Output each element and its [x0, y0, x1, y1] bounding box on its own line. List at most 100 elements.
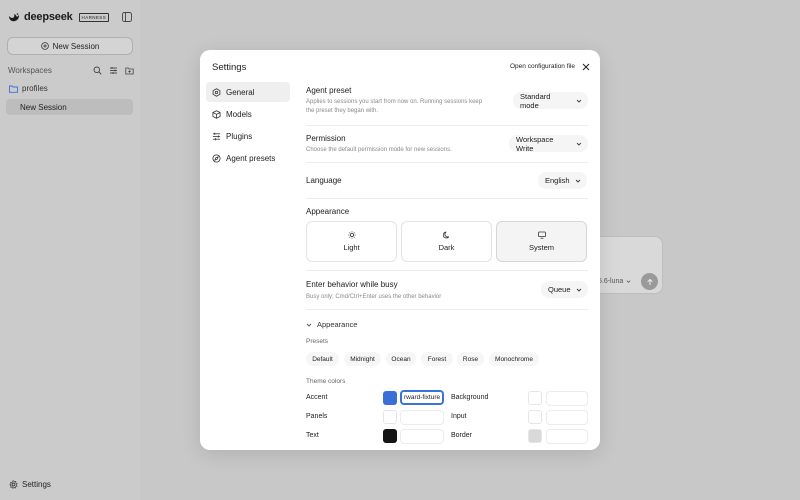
theme-system-option[interactable]: System	[496, 221, 587, 262]
folder-icon	[9, 85, 18, 93]
panels-label: Panels	[306, 413, 328, 420]
permission-description: Choose the default permission mode for n…	[306, 147, 452, 153]
input-swatch[interactable]	[528, 410, 542, 424]
chevron-down-icon	[576, 142, 582, 146]
busy-behavior-select[interactable]: Queue	[541, 281, 588, 298]
filter-icon[interactable]	[109, 66, 118, 75]
busy-behavior-description: Busy only; Cmd/Ctrl+Enter uses the other…	[306, 294, 442, 300]
appearance-section-toggle[interactable]: Appearance	[306, 320, 357, 329]
preset-rose[interactable]: Rose	[457, 352, 484, 366]
moon-icon	[442, 231, 449, 239]
new-folder-icon[interactable]	[125, 66, 134, 75]
compass-icon	[212, 153, 221, 163]
divider	[306, 162, 588, 163]
search-icon[interactable]	[93, 66, 102, 75]
tab-plugins[interactable]: Plugins	[206, 126, 290, 146]
workspaces-header: Workspaces	[8, 65, 134, 75]
theme-colors-label: Theme colors	[306, 378, 346, 385]
text-color-input[interactable]	[400, 429, 444, 444]
tab-agent-presets-label: Agent presets	[226, 153, 276, 163]
accent-input[interactable]: rward-fixture	[400, 390, 444, 405]
divider	[306, 270, 588, 271]
tab-general[interactable]: General	[206, 82, 290, 102]
divider	[306, 198, 588, 199]
preset-default[interactable]: Default	[306, 352, 339, 366]
background-label: Background	[451, 394, 489, 401]
agent-preset-select[interactable]: Standard mode	[513, 91, 588, 110]
border-label: Border	[451, 432, 473, 439]
background-input[interactable]	[546, 391, 588, 406]
brand-badge: HARNESS	[78, 12, 110, 22]
background-swatch[interactable]	[528, 391, 542, 405]
text-color-label: Text	[306, 432, 319, 439]
theme-dark-option[interactable]: Dark	[401, 221, 492, 262]
tab-models[interactable]: Models	[206, 104, 290, 124]
permission-select[interactable]: Workspace Write	[509, 134, 588, 153]
gear-icon	[9, 480, 18, 489]
sun-icon	[347, 231, 356, 239]
accent-label: Accent	[306, 394, 328, 401]
tab-models-label: Models	[226, 109, 252, 119]
tab-general-label: General	[226, 87, 255, 97]
workspaces-label: Workspaces	[8, 65, 52, 75]
folder-label: profiles	[22, 84, 48, 93]
panels-input[interactable]	[400, 410, 444, 425]
new-session-label: New Session	[52, 41, 100, 51]
session-label: New Session	[20, 102, 67, 112]
preset-ocean[interactable]: Ocean	[386, 352, 416, 366]
new-session-button[interactable]: New Session	[7, 37, 133, 55]
chevron-down-icon	[626, 280, 631, 283]
input-label: Input	[451, 413, 467, 420]
border-input[interactable]	[546, 429, 588, 444]
sidebar-toggle-icon[interactable]	[122, 12, 132, 22]
settings-dialog: Settings Open configuration file General…	[200, 50, 600, 450]
brand-name: deepseek	[24, 11, 73, 23]
whale-logo-icon	[9, 13, 19, 22]
preset-midnight[interactable]: Midnight	[344, 352, 381, 366]
busy-behavior-title: Enter behavior while busy	[306, 280, 398, 289]
monitor-icon	[537, 231, 546, 239]
sidebar: deepseek HARNESS New Session Workspaces	[0, 0, 140, 500]
theme-light-label: Light	[343, 243, 360, 252]
language-select[interactable]: English	[538, 172, 587, 189]
agent-preset-value: Standard mode	[520, 91, 551, 110]
presets-label: Presets	[306, 338, 329, 345]
theme-dark-label: Dark	[438, 243, 455, 252]
permission-value: Workspace Write	[516, 134, 554, 153]
agent-preset-title: Agent preset	[306, 86, 352, 95]
text-swatch[interactable]	[383, 429, 397, 443]
tab-agent-presets[interactable]: Agent presets	[206, 148, 290, 168]
chevron-down-icon	[575, 179, 580, 183]
language-value: English	[545, 176, 570, 185]
panels-swatch[interactable]	[383, 410, 397, 424]
tab-plugins-label: Plugins	[226, 131, 253, 141]
dialog-title: Settings	[212, 62, 247, 73]
settings-button[interactable]: Settings	[9, 480, 51, 489]
input-color-input[interactable]	[546, 410, 588, 425]
theme-system-label: System	[528, 243, 554, 252]
session-item[interactable]: New Session	[6, 99, 133, 115]
hexagon-icon	[212, 87, 221, 97]
settings-content: Agent preset Applies to sessions you sta…	[306, 50, 588, 450]
arrow-up-icon	[646, 278, 653, 285]
language-title: Language	[306, 176, 342, 185]
background-model-selector: 5.6-luna	[598, 278, 631, 285]
permission-title: Permission	[306, 134, 346, 143]
appearance-title: Appearance	[306, 207, 350, 216]
workspace-folder[interactable]: profiles	[9, 84, 48, 93]
divider	[306, 125, 588, 126]
chevron-down-icon	[576, 99, 582, 103]
background-model-label: 5.6-luna	[598, 278, 624, 285]
settings-label: Settings	[22, 480, 51, 489]
busy-behavior-value: Queue	[548, 285, 571, 294]
border-swatch[interactable]	[528, 429, 542, 443]
agent-preset-description-2: the preset they began with.	[306, 108, 379, 114]
cube-icon	[212, 109, 221, 119]
preset-forest[interactable]: Forest	[421, 352, 453, 366]
accent-swatch[interactable]	[383, 391, 397, 405]
sliders-icon	[212, 132, 221, 140]
appearance-section-label: Appearance	[317, 320, 358, 329]
theme-light-option[interactable]: Light	[306, 221, 397, 262]
preset-monochrome[interactable]: Monochrome	[489, 352, 539, 366]
agent-preset-description-1: Applies to sessions you start from now o…	[306, 99, 483, 105]
